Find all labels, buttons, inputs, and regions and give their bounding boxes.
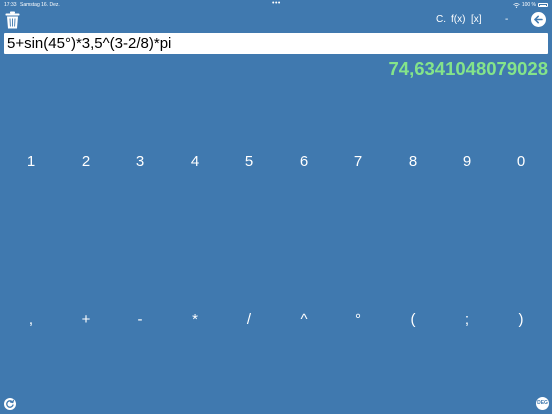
key-7[interactable]: 7 [343, 152, 373, 172]
operator-row: , + - * / ^ ° ( ; ) [0, 310, 552, 330]
key-close-paren[interactable]: ) [506, 310, 536, 330]
key-open-paren[interactable]: ( [398, 310, 428, 330]
battery-icon [538, 3, 548, 7]
key-comma[interactable]: , [16, 310, 46, 330]
key-0[interactable]: 0 [506, 152, 536, 172]
key-9[interactable]: 9 [452, 152, 482, 172]
key-2[interactable]: 2 [71, 152, 101, 172]
key-5[interactable]: 5 [234, 152, 264, 172]
back-button[interactable] [531, 12, 546, 27]
status-date: Samstag 16. Dez. [20, 2, 60, 8]
deg-toggle-button[interactable]: DEG [536, 397, 549, 410]
key-3[interactable]: 3 [125, 152, 155, 172]
bracket-x-button[interactable]: [x] [471, 14, 482, 25]
top-menu: C. f(x) [x] - [0, 14, 552, 28]
status-time: 17:33 [4, 2, 17, 8]
key-semicolon[interactable]: ; [452, 310, 482, 330]
status-right: 100 % [513, 2, 548, 8]
refresh-icon [6, 399, 14, 408]
key-multiply[interactable]: * [180, 310, 210, 330]
function-button[interactable]: f(x) [451, 14, 465, 25]
key-1[interactable]: 1 [16, 152, 46, 172]
digit-row: 1 2 3 4 5 6 7 8 9 0 [0, 152, 552, 172]
key-power[interactable]: ^ [289, 310, 319, 330]
key-4[interactable]: 4 [180, 152, 210, 172]
result-display: 74,6341048079028 [388, 58, 548, 79]
battery-percent: 100 % [521, 2, 536, 8]
clear-button[interactable]: C. [436, 14, 446, 25]
key-degree[interactable]: ° [343, 310, 373, 330]
key-plus[interactable]: + [71, 310, 101, 330]
minus-button[interactable]: - [505, 14, 508, 25]
key-6[interactable]: 6 [289, 152, 319, 172]
key-8[interactable]: 8 [398, 152, 428, 172]
refresh-button[interactable] [4, 398, 16, 410]
multitasking-dots[interactable]: ••• [272, 0, 281, 7]
arrow-left-icon [534, 15, 543, 24]
key-divide[interactable]: / [234, 310, 264, 330]
status-bar: 17:33 Samstag 16. Dez. ••• 100 % [0, 0, 552, 9]
expression-input[interactable] [4, 33, 548, 54]
wifi-icon [513, 2, 520, 8]
key-minus[interactable]: - [125, 310, 155, 330]
deg-toggle-icon: DEG [537, 400, 548, 406]
